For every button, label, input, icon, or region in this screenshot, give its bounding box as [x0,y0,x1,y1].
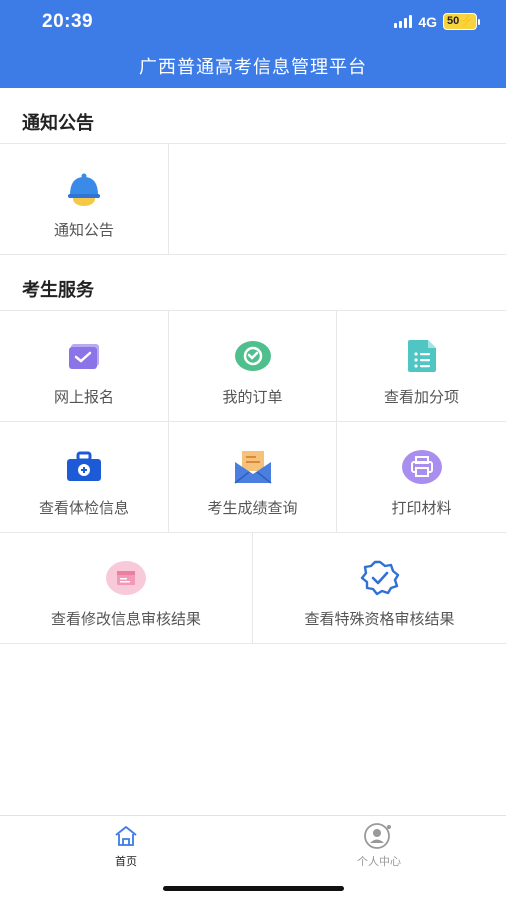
service-online-registration[interactable]: 网上报名 [0,311,169,422]
score-envelope-icon [233,447,273,487]
service-label: 打印材料 [391,499,452,517]
service-label: 查看特殊资格审核结果 [304,610,455,628]
home-icon [111,822,141,850]
service-label: 查看体检信息 [38,499,129,517]
service-label: 我的订单 [222,388,283,406]
service-modify-audit-result[interactable]: 查看修改信息审核结果 [0,533,253,644]
bonus-list-icon [402,336,442,376]
service-label: 查看修改信息审核结果 [50,610,201,628]
printer-icon [401,447,442,487]
service-label: 查看加分项 [383,388,459,406]
tab-home-label: 首页 [115,855,137,868]
tab-user-center[interactable]: 个人中心 [319,822,439,869]
service-print-materials[interactable]: 打印材料 [337,422,506,533]
registration-icon [64,336,104,376]
app-title: 广西普通高考信息管理平台 [139,57,367,78]
section-title-notice: 通知公告 [22,113,94,134]
service-label: 考生成绩查询 [207,499,298,517]
network-type: 4G [418,13,438,30]
tab-home[interactable]: 首页 [66,822,186,869]
home-indicator [163,886,344,891]
order-icon [233,336,273,376]
bell-icon [64,169,104,209]
verified-badge-icon [360,558,400,598]
service-score-query[interactable]: 考生成绩查询 [169,422,337,533]
modify-audit-icon [106,558,146,598]
status-indicators: 4G 50⚡ [394,13,480,30]
battery-level: 50 [447,15,460,27]
notice-item[interactable]: 通知公告 [0,144,169,255]
service-my-orders[interactable]: 我的订单 [169,311,337,422]
app-header: 20:39 4G 50⚡ 广西普通高考信息管理平台 [0,0,506,88]
medical-kit-icon [64,447,104,487]
service-bonus-items[interactable]: 查看加分项 [337,311,506,422]
notice-item-label: 通知公告 [53,221,114,239]
user-center-icon [364,822,394,850]
tab-user-center-label: 个人中心 [357,855,401,868]
status-time: 20:39 [42,11,94,32]
battery-icon: 50⚡ [443,13,480,30]
divider [0,254,506,255]
signal-icon [394,15,413,28]
service-special-qualification-result[interactable]: 查看特殊资格审核结果 [253,533,506,644]
section-title-services: 考生服务 [22,280,94,301]
service-label: 网上报名 [53,388,114,406]
service-medical-info[interactable]: 查看体检信息 [0,422,169,533]
